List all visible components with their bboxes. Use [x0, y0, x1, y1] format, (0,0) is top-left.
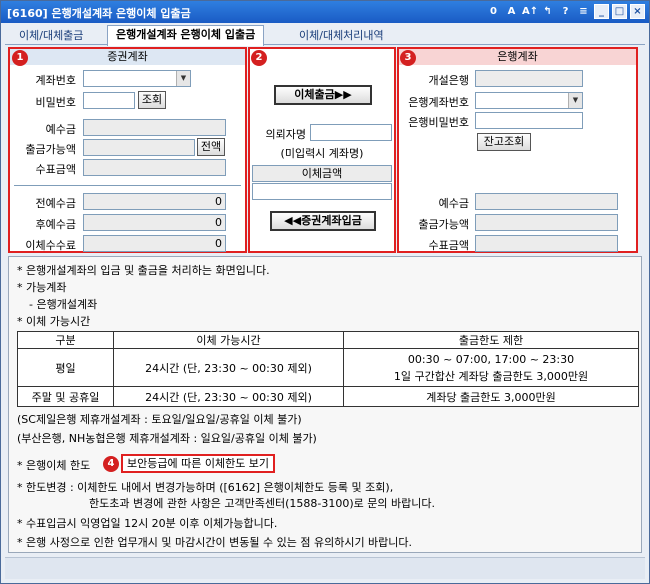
bank-schedule-note: * 은행 사정으로 인한 업무개시 및 마감시간이 변동될 수 있는 점 유의하…	[17, 536, 413, 549]
bank-withdrawable-label: 출금가능액	[418, 218, 469, 231]
table-row: 평일 24시간 (단, 23:30 ~ 00:30 제외) 00:30 ~ 07…	[17, 348, 639, 387]
table-row: 주말 및 공휴일 24시간 (단, 23:30 ~ 00:30 제외) 계좌당 …	[17, 386, 639, 407]
info-line-account-type: - 은행개설계좌	[29, 298, 98, 311]
step-2-marker: 2	[251, 50, 267, 66]
bank-withdrawable-field	[475, 214, 618, 231]
font-icon[interactable]: A	[504, 4, 519, 19]
transfer-fee-label: 이체수수료	[25, 239, 76, 252]
transfer-hours-table: 구분 이체 가능시간 출금한도 제한 평일 24시간 (단, 23:30 ~ 0…	[17, 331, 639, 407]
check-amount-label: 수표금액	[35, 163, 76, 176]
transfer-withdraw-button[interactable]: 이체출금▶▶	[274, 85, 372, 105]
status-bar	[5, 557, 645, 579]
prev-deposit-label: 전예수금	[35, 197, 76, 210]
info-line-hours: * 이체 가능시간	[17, 315, 91, 328]
bank-password-input[interactable]	[475, 112, 583, 129]
section-divider	[14, 185, 241, 186]
title-bar-icons: 0 A A↑ ↰ ? ≡ _ □ ×	[486, 4, 645, 19]
bank-deposit-label: 예수금	[438, 197, 469, 210]
withdrawable-field	[83, 139, 195, 156]
transfer-panel: 이체출금▶▶ 의뢰자명 (미입력시 계좌명) 이체금액 ◀◀증권계좌입금	[248, 47, 396, 253]
withdrawable-label: 출금가능액	[25, 143, 76, 156]
full-amount-button[interactable]: 전액	[197, 138, 225, 156]
row-weekday-limit-amount: 1일 구간합산 계좌당 출금한도 3,000만원	[393, 369, 589, 383]
info-section: * 은행개설계좌의 입금 및 출금을 처리하는 화면입니다. * 가능계좌 - …	[8, 256, 642, 553]
title-bar: [6160] 은행개설계좌 은행이체 입출금 0 A A↑ ↰ ? ≡ _ □ …	[1, 1, 649, 23]
step-3-marker: 3	[400, 50, 416, 66]
securities-deposit-button[interactable]: ◀◀증권계좌입금	[270, 211, 376, 231]
step-4-marker: 4	[103, 456, 119, 472]
deposit-field	[83, 119, 226, 136]
tab-bar: 이체/대체출금 은행개설계좌 은행이체 입출금 이체/대체처리내역	[5, 25, 645, 46]
account-number-label: 계좌번호	[35, 74, 76, 87]
securities-header: 증권계좌	[10, 49, 245, 65]
note-busan-nh-bank: (부산은행, NH농협은행 제휴개설계좌 : 일요일/공휴일 이체 불가)	[17, 432, 317, 445]
minimize-icon[interactable]: _	[594, 4, 609, 19]
row-weekend-limit: 계좌당 출금한도 3,000만원	[343, 386, 639, 407]
help-icon[interactable]: ?	[558, 4, 573, 19]
check-amount-field	[83, 159, 226, 176]
limit-change-line-1: * 한도변경 : 이체한도 내에서 변경가능하며 ([6162] 은행이체한도 …	[17, 481, 394, 494]
tab-bank-account-transfer[interactable]: 은행개설계좌 은행이체 입출금	[107, 25, 265, 46]
bank-check-amount-label: 수표금액	[428, 239, 469, 252]
font-size-icon[interactable]: A↑	[522, 4, 538, 19]
tab-transfer-history[interactable]: 이체/대체처리내역	[291, 27, 392, 45]
securities-account-panel: 증권계좌 계좌번호 ▼ 비밀번호 조회 예수금 출금가능액 전액 수표금액 전예…	[8, 47, 247, 253]
menu-icon[interactable]: ≡	[576, 4, 591, 19]
tab-transfer-withdraw[interactable]: 이체/대체출금	[11, 27, 91, 45]
password-label: 비밀번호	[35, 96, 76, 109]
info-line-accounts: * 가능계좌	[17, 281, 67, 294]
bank-account-label: 은행계좌번호	[408, 96, 469, 109]
main-window: [6160] 은행개설계좌 은행이체 입출금 0 A A↑ ↰ ? ≡ _ □ …	[0, 0, 650, 584]
limit-change-line-2: 한도초과 변경에 관한 사항은 고객만족센터(1588-3100)로 문의 바랍…	[89, 497, 436, 510]
info-line-purpose: * 은행개설계좌의 입금 및 출금을 처리하는 화면입니다.	[17, 264, 270, 277]
password-input[interactable]	[83, 92, 135, 109]
table-header-limit: 출금한도 제한	[343, 331, 639, 349]
table-header-hours: 이체 가능시간	[113, 331, 344, 349]
row-weekend-hours: 24시간 (단, 23:30 ~ 00:30 제외)	[113, 386, 344, 407]
maximize-icon[interactable]: □	[612, 4, 627, 19]
table-header-type: 구분	[17, 331, 114, 349]
row-weekday-limit-hours: 00:30 ~ 07:00, 17:00 ~ 23:30	[407, 352, 575, 366]
requester-name-label: 의뢰자명	[265, 128, 306, 141]
balance-query-button[interactable]: 잔고조회	[477, 133, 531, 151]
bank-header: 은행계좌	[399, 49, 636, 65]
note-sc-bank: (SC제일은행 제휴개설계좌 : 토요일/일요일/공휴일 이체 불가)	[17, 413, 302, 426]
account-number-select[interactable]: ▼	[83, 70, 191, 87]
security-level-limit-link[interactable]: 보안등급에 따른 이체한도 보기	[121, 454, 276, 473]
bank-password-label: 은행비밀번호	[408, 116, 469, 129]
zero-icon[interactable]: 0	[486, 4, 501, 19]
prev-deposit-field: 0	[83, 193, 226, 210]
bank-name-field	[475, 70, 583, 87]
after-deposit-field: 0	[83, 214, 226, 231]
row-weekday-type: 평일	[17, 348, 114, 387]
bank-account-panel: 은행계좌 개설은행 은행계좌번호 ▼ 은행비밀번호 잔고조회 예수금 출금가능액…	[397, 47, 638, 253]
requester-note: (미입력시 계좌명)	[280, 147, 364, 160]
check-deposit-note: * 수표입금시 익영업일 12시 20분 이후 이체가능합니다.	[17, 517, 278, 530]
bank-account-select[interactable]: ▼	[475, 92, 583, 109]
row-weekend-type: 주말 및 공휴일	[17, 386, 114, 407]
transfer-fee-field: 0	[83, 235, 226, 252]
window-title: [6160] 은행개설계좌 은행이체 입출금	[7, 7, 191, 20]
close-icon[interactable]: ×	[630, 4, 645, 19]
step-1-marker: 1	[12, 50, 28, 66]
transfer-amount-input[interactable]	[252, 183, 392, 200]
row-weekday-hours: 24시간 (단, 23:30 ~ 00:30 제외)	[113, 348, 344, 387]
deposit-label: 예수금	[45, 123, 76, 136]
requester-name-input[interactable]	[310, 124, 392, 141]
bank-name-label: 개설은행	[428, 74, 469, 87]
after-deposit-label: 후예수금	[35, 218, 76, 231]
bank-transfer-limit-label: * 은행이체 한도	[17, 459, 91, 472]
bank-deposit-field	[475, 193, 618, 210]
transfer-amount-header: 이체금액	[252, 165, 392, 182]
bank-check-amount-field	[475, 235, 618, 252]
link-icon[interactable]: ↰	[540, 4, 555, 19]
row-weekday-limit: 00:30 ~ 07:00, 17:00 ~ 23:30 1일 구간합산 계좌당…	[343, 348, 639, 387]
query-button[interactable]: 조회	[138, 91, 166, 109]
chevron-down-icon: ▼	[176, 71, 190, 86]
chevron-down-icon: ▼	[568, 93, 582, 108]
